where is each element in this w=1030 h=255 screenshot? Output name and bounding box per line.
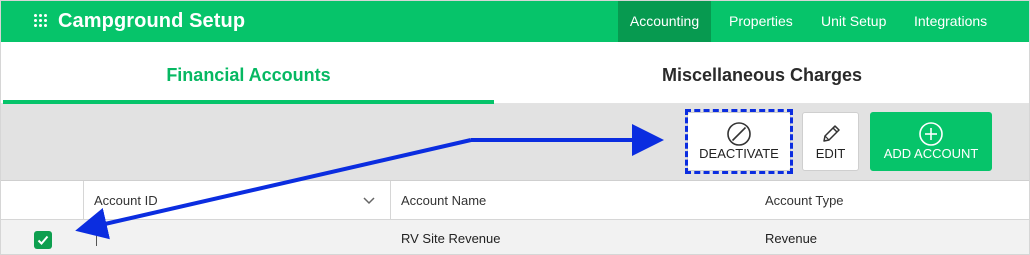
nav-accounting[interactable]: Accounting xyxy=(618,1,711,42)
table-header: Account ID Account Name Account Type xyxy=(1,181,1029,220)
edit-button[interactable]: EDIT xyxy=(802,112,859,171)
nav-properties[interactable]: Properties xyxy=(717,1,805,42)
grid-dots-icon[interactable] xyxy=(34,14,48,28)
cell-account-name: RV Site Revenue xyxy=(401,231,501,246)
add-account-button[interactable]: ADD ACCOUNT xyxy=(870,112,992,171)
nav-unit-setup[interactable]: Unit Setup xyxy=(809,1,898,42)
text-cursor xyxy=(96,233,97,246)
checkmark-icon xyxy=(37,235,49,245)
column-header-account-id[interactable]: Account ID xyxy=(83,181,158,220)
column-header-account-type[interactable]: Account Type xyxy=(754,181,844,220)
tab-financial-accounts[interactable]: Financial Accounts xyxy=(3,42,494,104)
cell-account-type: Revenue xyxy=(765,231,818,246)
tab-bar: Financial Accounts Miscellaneous Charges xyxy=(1,42,1029,104)
app-title: Campground Setup xyxy=(58,10,246,32)
nav-integrations[interactable]: Integrations xyxy=(902,1,999,42)
edit-label: EDIT xyxy=(815,146,846,161)
table-row[interactable]: RV Site Revenue Revenue xyxy=(1,220,1029,254)
circle-plus-icon xyxy=(919,122,943,146)
column-header-account-name[interactable]: Account Name xyxy=(390,181,486,220)
app-header: Campground Setup Accounting Properties U… xyxy=(1,1,1029,42)
pencil-icon xyxy=(822,125,840,142)
tab-miscellaneous-charges[interactable]: Miscellaneous Charges xyxy=(496,42,1028,104)
chevron-down-icon[interactable] xyxy=(362,194,376,208)
app-window: Campground Setup Accounting Properties U… xyxy=(0,0,1030,255)
add-account-label: ADD ACCOUNT xyxy=(883,146,979,161)
row-checkbox[interactable] xyxy=(34,231,52,249)
highlight-box xyxy=(685,109,793,174)
